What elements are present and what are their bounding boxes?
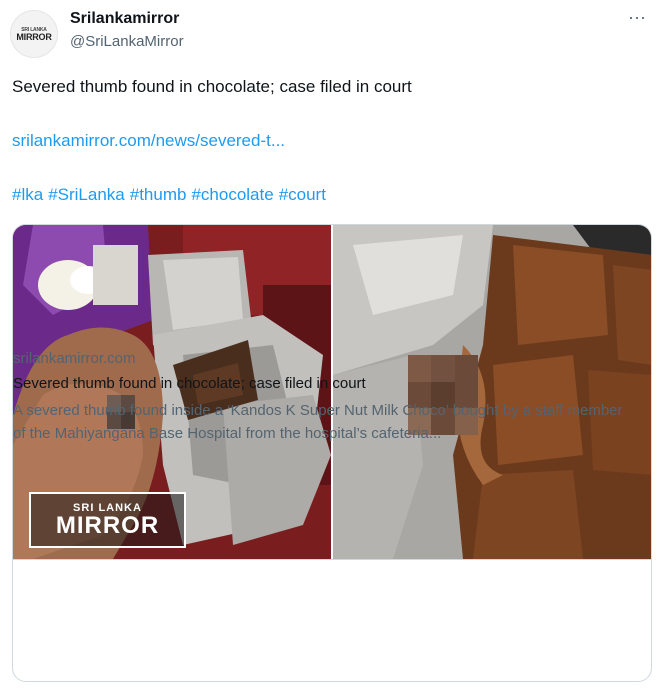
author-display-name[interactable]: Srilankamirror: [70, 10, 179, 28]
card-description[interactable]: A severed thumb found inside a ‘Kandos K…: [13, 399, 628, 445]
hashtag[interactable]: #thumb: [130, 185, 187, 204]
tweet-text: Severed thumb found in chocolate; case f…: [12, 77, 412, 96]
card-meta[interactable]: [13, 559, 651, 681]
card-title[interactable]: Severed thumb found in chocolate; case f…: [13, 375, 366, 392]
tweet-link[interactable]: srilankamirror.com/news/severed-t...: [12, 131, 285, 151]
hashtag[interactable]: #lka: [12, 185, 43, 204]
author-avatar[interactable]: SRI LANKA MIRROR: [10, 10, 58, 58]
hashtag[interactable]: #court: [279, 185, 326, 204]
watermark-main-text: MIRROR: [55, 512, 160, 539]
tweet[interactable]: SRI LANKA MIRROR Srilankamirror @SriLank…: [0, 0, 659, 688]
avatar-logo-line2: MIRROR: [16, 31, 52, 42]
card-image[interactable]: SRI LANKA MIRROR: [13, 225, 651, 559]
more-horizontal-icon[interactable]: ···: [628, 8, 646, 26]
hashtag-list: #lka #SriLanka #thumb #chocolate #court: [12, 185, 331, 205]
author-handle[interactable]: @SriLankaMirror: [70, 33, 184, 50]
link-card[interactable]: SRI LANKA MIRROR: [12, 224, 652, 682]
hashtag[interactable]: #SriLanka: [48, 185, 125, 204]
card-domain[interactable]: srilankamirror.com: [13, 350, 136, 367]
image-watermark-logo: SRI LANKA MIRROR: [29, 492, 186, 548]
hashtag[interactable]: #chocolate: [191, 185, 273, 204]
avatar-logo: SRI LANKA MIRROR: [16, 27, 51, 42]
